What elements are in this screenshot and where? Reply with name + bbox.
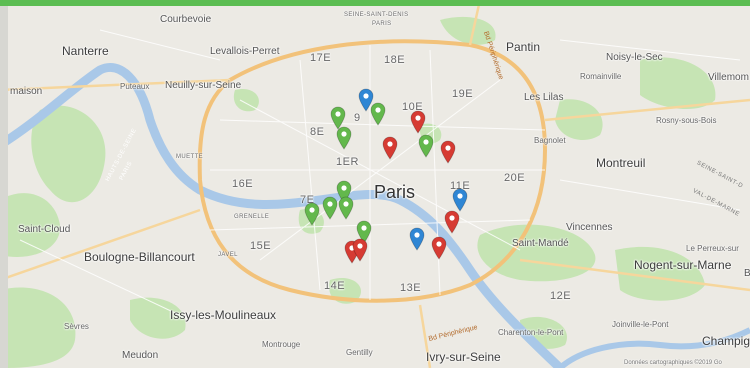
label-montreuil: Montreuil bbox=[596, 156, 646, 170]
label-villemomble: Villemom bbox=[708, 72, 749, 83]
label-montrouge: Montrouge bbox=[262, 340, 301, 349]
label-neuilly: Neuilly-sur-Seine bbox=[165, 80, 242, 91]
label-gentilly: Gentilly bbox=[346, 348, 373, 357]
red-map-pin[interactable] bbox=[444, 210, 460, 234]
header-accent-bar bbox=[0, 0, 750, 6]
label-paris: Paris bbox=[374, 182, 416, 202]
label-romainville: Romainville bbox=[580, 72, 622, 81]
map-pin-icon bbox=[452, 188, 468, 212]
label-arr-12: 12E bbox=[550, 290, 572, 302]
map-pin-icon bbox=[304, 202, 320, 226]
label-arr-1: 1ER bbox=[336, 156, 359, 168]
label-grenelle: GRENELLE bbox=[234, 214, 270, 220]
label-charenton: Charenton-le-Pont bbox=[498, 328, 564, 337]
label-muette: MUETTE bbox=[176, 154, 204, 160]
map-pin-icon bbox=[418, 134, 434, 158]
label-arr-19: 19E bbox=[452, 88, 474, 100]
label-meudon: Meudon bbox=[122, 350, 159, 361]
label-bagnolet: Bagnolet bbox=[534, 136, 566, 145]
map-pin-icon bbox=[338, 196, 354, 220]
green-map-pin[interactable] bbox=[418, 134, 434, 158]
map-pin-icon bbox=[370, 102, 386, 126]
label-arr-17: 17E bbox=[310, 52, 332, 64]
label-courbevoie: Courbevoie bbox=[160, 14, 212, 25]
label-boulogne: Boulogne-Billancourt bbox=[84, 250, 195, 264]
red-map-pin[interactable] bbox=[410, 110, 426, 134]
label-puteaux: Puteaux bbox=[120, 82, 150, 91]
label-edge-b: B bbox=[744, 268, 750, 279]
map-pin-icon bbox=[410, 110, 426, 134]
red-map-pin[interactable] bbox=[431, 236, 447, 260]
map-pin-icon bbox=[444, 210, 460, 234]
label-javel: JAVEL bbox=[218, 252, 238, 258]
label-issy: Issy-les-Moulineaux bbox=[170, 308, 277, 322]
label-champigny: Champign bbox=[702, 334, 750, 348]
label-perreux: Le Perreux-sur bbox=[686, 244, 739, 253]
label-arr-8: 8E bbox=[310, 126, 325, 138]
map-pin-icon bbox=[352, 238, 368, 262]
map-copyright: Données cartographiques ©2019 Go bbox=[624, 360, 722, 366]
label-noisy: Noisy-le-Sec bbox=[606, 52, 663, 63]
label-nanterre: Nanterre bbox=[62, 44, 109, 58]
left-panel-edge bbox=[0, 6, 8, 368]
label-nogent: Nogent-sur-Marne bbox=[634, 258, 732, 272]
label-maison: maison bbox=[10, 86, 43, 97]
map-pin-icon bbox=[322, 196, 338, 220]
label-rosny: Rosny-sous-Bois bbox=[656, 116, 717, 125]
label-arr-16: 16E bbox=[232, 178, 254, 190]
label-joinville: Joinville-le-Pont bbox=[612, 320, 669, 329]
green-map-pin[interactable] bbox=[338, 196, 354, 220]
red-map-pin[interactable] bbox=[382, 136, 398, 160]
label-arr-15: 15E bbox=[250, 240, 272, 252]
label-saint-mande: Saint-Mandé bbox=[512, 238, 569, 249]
map-pin-icon bbox=[382, 136, 398, 160]
label-arr-18: 18E bbox=[384, 54, 406, 66]
label-ivry: Ivry-sur-Seine bbox=[426, 350, 501, 364]
label-vincennes: Vincennes bbox=[566, 222, 613, 233]
label-paris-boundary: PARIS bbox=[372, 21, 392, 27]
map-pin-icon bbox=[409, 227, 425, 251]
map-view[interactable]: Courbevoie Nanterre Levallois-Perret mai… bbox=[0, 0, 750, 368]
label-arr-13: 13E bbox=[400, 282, 422, 294]
green-map-pin[interactable] bbox=[336, 126, 352, 150]
label-seine-saint-denis: SEINE-SAINT-DENIS bbox=[344, 12, 409, 18]
label-arr-9: 9 bbox=[354, 112, 361, 124]
label-arr-20: 20E bbox=[504, 172, 526, 184]
map-pin-icon bbox=[336, 126, 352, 150]
blue-map-pin[interactable] bbox=[452, 188, 468, 212]
label-les-lilas: Les Lilas bbox=[524, 92, 564, 103]
label-arr-14: 14E bbox=[324, 280, 346, 292]
label-levallois: Levallois-Perret bbox=[210, 46, 280, 57]
map-pin-icon bbox=[440, 140, 456, 164]
green-map-pin[interactable] bbox=[322, 196, 338, 220]
label-saint-cloud: Saint-Cloud bbox=[18, 224, 71, 235]
blue-map-pin[interactable] bbox=[409, 227, 425, 251]
label-pantin: Pantin bbox=[506, 40, 541, 54]
green-map-pin[interactable] bbox=[304, 202, 320, 226]
red-map-pin[interactable] bbox=[440, 140, 456, 164]
red-map-pin[interactable] bbox=[352, 238, 368, 262]
green-map-pin[interactable] bbox=[370, 102, 386, 126]
map-pin-icon bbox=[431, 236, 447, 260]
label-sevres: Sèvres bbox=[64, 322, 89, 331]
